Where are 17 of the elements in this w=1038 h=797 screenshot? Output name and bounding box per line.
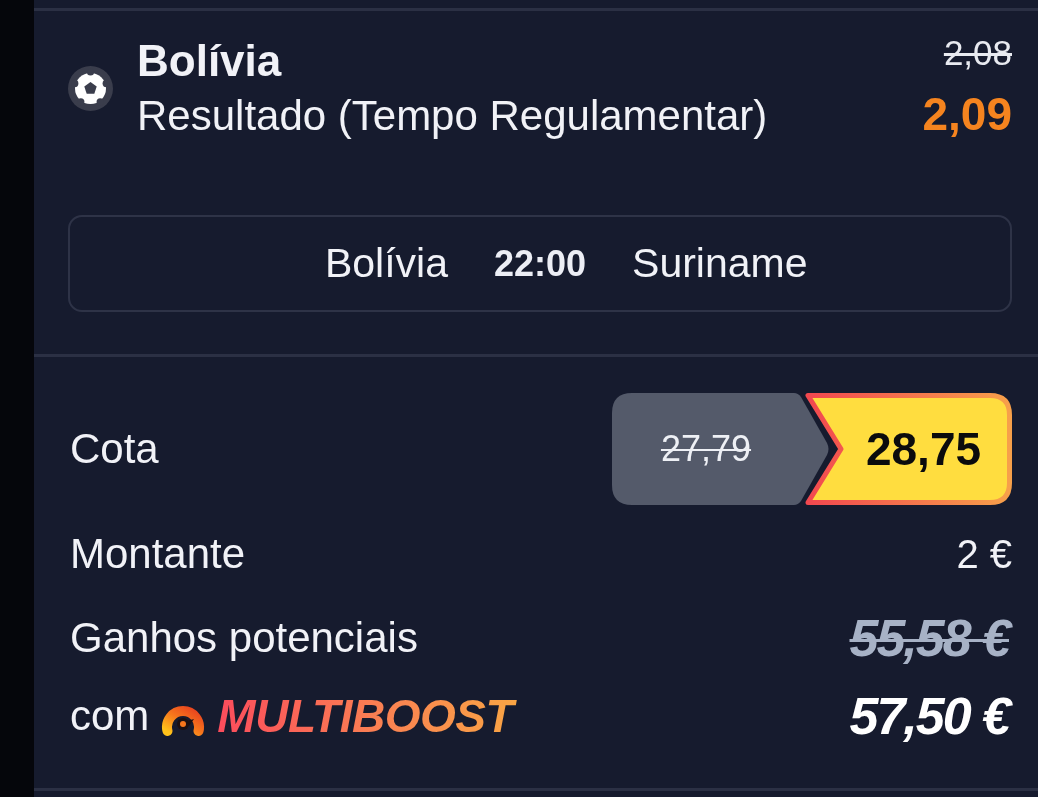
kickoff-time: 22:00 — [493, 242, 587, 285]
potential-winnings-label: Ganhos potenciais — [70, 614, 418, 662]
away-team: Suriname — [632, 240, 808, 287]
previous-odds: 2,08 — [943, 33, 1012, 73]
odds-label: Cota — [70, 425, 159, 473]
potential-winnings-value: 55,58 € — [849, 609, 1012, 667]
soccer-ball-icon — [68, 65, 113, 111]
previous-total-odds: 27,79 — [612, 393, 830, 505]
stake-label: Montante — [70, 530, 246, 578]
current-odds: 2,09 — [922, 88, 1012, 140]
boosted-total-odds: 28,75 — [805, 393, 1012, 505]
market-name: Resultado (Tempo Regulamentar) — [137, 92, 768, 140]
home-team: Bolívia — [324, 240, 448, 287]
boosted-winnings-value: 57,50 € — [849, 687, 1012, 745]
with-label: com — [70, 692, 150, 740]
stake-value: 2 € — [956, 531, 1012, 578]
selection-team: Bolívia — [137, 36, 282, 86]
